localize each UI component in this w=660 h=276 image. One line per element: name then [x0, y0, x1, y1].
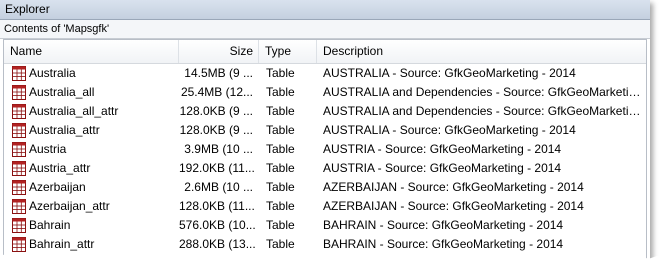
row-name-cell: Azerbaijan_attr	[4, 197, 179, 216]
row-description: AUSTRALIA and Dependencies - Source: Gfk…	[323, 85, 646, 99]
row-name-cell: Australia	[4, 64, 179, 83]
table-row[interactable]: Azerbaijan 2.6MB (10 ... Table AZERBAIJAN -…	[4, 178, 646, 197]
row-name: Azerbaijan	[29, 180, 86, 194]
row-description: AUSTRALIA and Dependencies - Source: Gfk…	[323, 104, 646, 118]
table-icon	[12, 180, 26, 195]
row-name: Australia	[29, 66, 76, 80]
row-name-cell: Austria_attr	[4, 159, 179, 178]
row-name: Australia_all_attr	[29, 104, 119, 118]
row-description: AUSTRALIA - Source: GfkGeoMarketing - 20…	[323, 66, 576, 80]
row-name-cell: Austria	[4, 140, 179, 159]
column-header-name[interactable]: Name	[4, 40, 179, 63]
table-row[interactable]: Austria 3.9MB (10 ... Table AUSTRIA - Sourc…	[4, 140, 646, 159]
column-header-description[interactable]: Description	[317, 40, 646, 63]
table-icon	[12, 218, 26, 233]
row-size: 576.0KB (10...	[179, 218, 256, 232]
file-list[interactable]: Name Size Type Description Australia 14.5…	[3, 39, 647, 276]
table-row[interactable]: Bahrain 576.0KB (10... Table BAHRAIN - Sour…	[4, 216, 646, 235]
table-icon	[12, 142, 26, 157]
row-name: Australia_attr	[29, 123, 100, 137]
list-body: Australia 14.5MB (9 ... Table AUSTRALIA - S…	[4, 64, 646, 254]
row-description: AZERBAIJAN - Source: GfkGeoMarketing - 2…	[323, 199, 584, 213]
row-description: AUSTRIA - Source: GfkGeoMarketing - 2014	[323, 142, 562, 156]
row-name-cell: Australia_all_attr	[4, 102, 179, 121]
table-icon	[12, 161, 26, 176]
table-icon	[12, 199, 26, 214]
row-name: Australia_all	[29, 85, 95, 99]
table-row[interactable]: Australia_all 25.4MB (12... Table AUSTRALIA…	[4, 83, 646, 102]
row-size: 128.0KB (9 ...	[179, 104, 253, 118]
row-size: 14.5MB (9 ...	[184, 66, 253, 80]
table-row[interactable]: Azerbaijan_attr 128.0KB (11... Table AZERBA…	[4, 197, 646, 216]
row-name: Azerbaijan_attr	[29, 199, 110, 213]
list-header: Name Size Type Description	[4, 40, 646, 64]
row-size: 3.9MB (10 ...	[184, 142, 253, 156]
row-type: Table	[266, 161, 295, 175]
table-icon	[12, 123, 26, 138]
row-type: Table	[266, 142, 295, 156]
row-name-cell: Azerbaijan	[4, 178, 179, 197]
row-type: Table	[266, 123, 295, 137]
table-row[interactable]: Australia 14.5MB (9 ... Table AUSTRALIA - S…	[4, 64, 646, 83]
row-type: Table	[266, 104, 295, 118]
row-type: Table	[266, 218, 295, 232]
row-name-cell: Australia_all	[4, 83, 179, 102]
window-title: Explorer	[0, 0, 650, 20]
row-type: Table	[266, 85, 295, 99]
contents-label: Contents of 'Mapsgfk'	[0, 20, 650, 39]
row-description: AZERBAIJAN - Source: GfkGeoMarketing - 2…	[323, 180, 584, 194]
row-size: 192.0KB (11...	[179, 161, 255, 175]
row-description: AUSTRALIA - Source: GfkGeoMarketing - 20…	[323, 123, 576, 137]
table-icon	[12, 66, 26, 81]
column-header-type[interactable]: Type	[259, 40, 317, 63]
row-name-cell: Australia_attr	[4, 121, 179, 140]
torn-edge	[0, 251, 660, 276]
row-type: Table	[266, 180, 295, 194]
row-size: 2.6MB (10 ...	[184, 180, 253, 194]
table-row[interactable]: Australia_attr 128.0KB (9 ... Table AUSTRAL…	[4, 121, 646, 140]
row-name: Austria_attr	[29, 161, 91, 175]
table-icon	[12, 104, 26, 119]
row-name: Bahrain	[29, 218, 71, 232]
explorer-window: Explorer Contents of 'Mapsgfk' Name Size…	[0, 0, 650, 276]
row-description: AUSTRIA - Source: GfkGeoMarketing - 2014	[323, 161, 562, 175]
table-icon	[12, 85, 26, 100]
table-row[interactable]: Austria_attr 192.0KB (11... Table AUSTRIA -…	[4, 159, 646, 178]
row-name: Austria	[29, 142, 67, 156]
row-size: 25.4MB (12...	[180, 85, 253, 99]
column-header-size[interactable]: Size	[179, 40, 259, 63]
row-type: Table	[266, 199, 295, 213]
row-size: 128.0KB (11...	[179, 199, 255, 213]
row-name-cell: Bahrain	[4, 216, 179, 235]
table-row[interactable]: Australia_all_attr 128.0KB (9 ... Table AUS…	[4, 102, 646, 121]
row-size: 128.0KB (9 ...	[179, 123, 253, 137]
row-description: BAHRAIN - Source: GfkGeoMarketing - 2014	[323, 218, 564, 232]
row-type: Table	[266, 66, 295, 80]
